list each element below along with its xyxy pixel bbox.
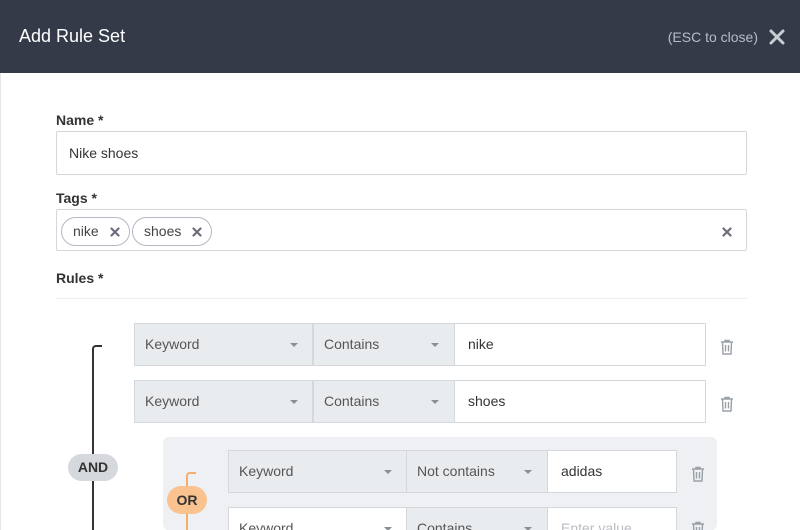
field-select[interactable]: Keyword — [134, 323, 313, 366]
value-input[interactable]: Enter value — [547, 507, 677, 530]
chevron-down-icon — [290, 343, 298, 347]
or-operator-toggle[interactable]: OR — [167, 486, 207, 514]
chevron-down-icon — [431, 400, 439, 404]
field-select[interactable]: Keyword — [134, 380, 313, 423]
close-icon[interactable] — [768, 28, 786, 46]
and-bracket — [92, 345, 102, 530]
chevron-down-icon — [524, 470, 532, 474]
chevron-down-icon — [384, 470, 392, 474]
tags-input[interactable]: nike shoes — [56, 209, 747, 251]
trash-icon[interactable] — [720, 339, 734, 355]
modal-header: Add Rule Set (ESC to close) — [0, 0, 800, 73]
value-input[interactable]: nike — [454, 323, 706, 366]
and-operator-toggle[interactable]: AND — [68, 454, 118, 481]
value-input[interactable]: shoes — [454, 380, 706, 423]
trash-icon[interactable] — [720, 396, 734, 412]
chevron-down-icon — [290, 400, 298, 404]
remove-tag-icon[interactable] — [192, 227, 202, 237]
rules-label: Rules * — [56, 270, 104, 286]
field-select[interactable]: Keyword — [228, 450, 407, 493]
tag-label: nike — [73, 223, 99, 239]
operator-select[interactable]: Contains — [313, 323, 455, 366]
name-input[interactable]: Nike shoes — [56, 131, 747, 175]
tags-label: Tags * — [56, 190, 97, 206]
name-label: Name * — [56, 112, 104, 128]
operator-select[interactable]: Contains — [313, 380, 455, 423]
modal-left-edge — [0, 73, 1, 530]
operator-select-value: Contains — [324, 393, 380, 409]
field-select[interactable]: Keyword — [228, 507, 407, 530]
field-select-value: Keyword — [239, 520, 294, 530]
tag-chip: nike — [61, 217, 130, 246]
clear-tags-icon[interactable] — [722, 227, 732, 237]
field-select-value: Keyword — [145, 393, 200, 409]
value-input[interactable]: adidas — [547, 450, 677, 493]
operator-select-value: Contains — [324, 336, 380, 352]
trash-icon[interactable] — [691, 466, 705, 482]
remove-tag-icon[interactable] — [110, 227, 120, 237]
operator-select-value: Not contains — [417, 463, 495, 479]
esc-hint: (ESC to close) — [667, 29, 758, 45]
chevron-down-icon — [431, 343, 439, 347]
divider — [56, 298, 747, 299]
field-select-value: Keyword — [145, 336, 200, 352]
operator-select[interactable]: Contains — [406, 507, 548, 530]
modal-title: Add Rule Set — [19, 26, 126, 46]
operator-select[interactable]: Not contains — [406, 450, 548, 493]
operator-select-value: Contains — [417, 520, 473, 530]
tag-label: shoes — [144, 223, 182, 239]
trash-icon[interactable] — [691, 521, 705, 530]
field-select-value: Keyword — [239, 463, 294, 479]
tag-chip: shoes — [132, 217, 213, 246]
